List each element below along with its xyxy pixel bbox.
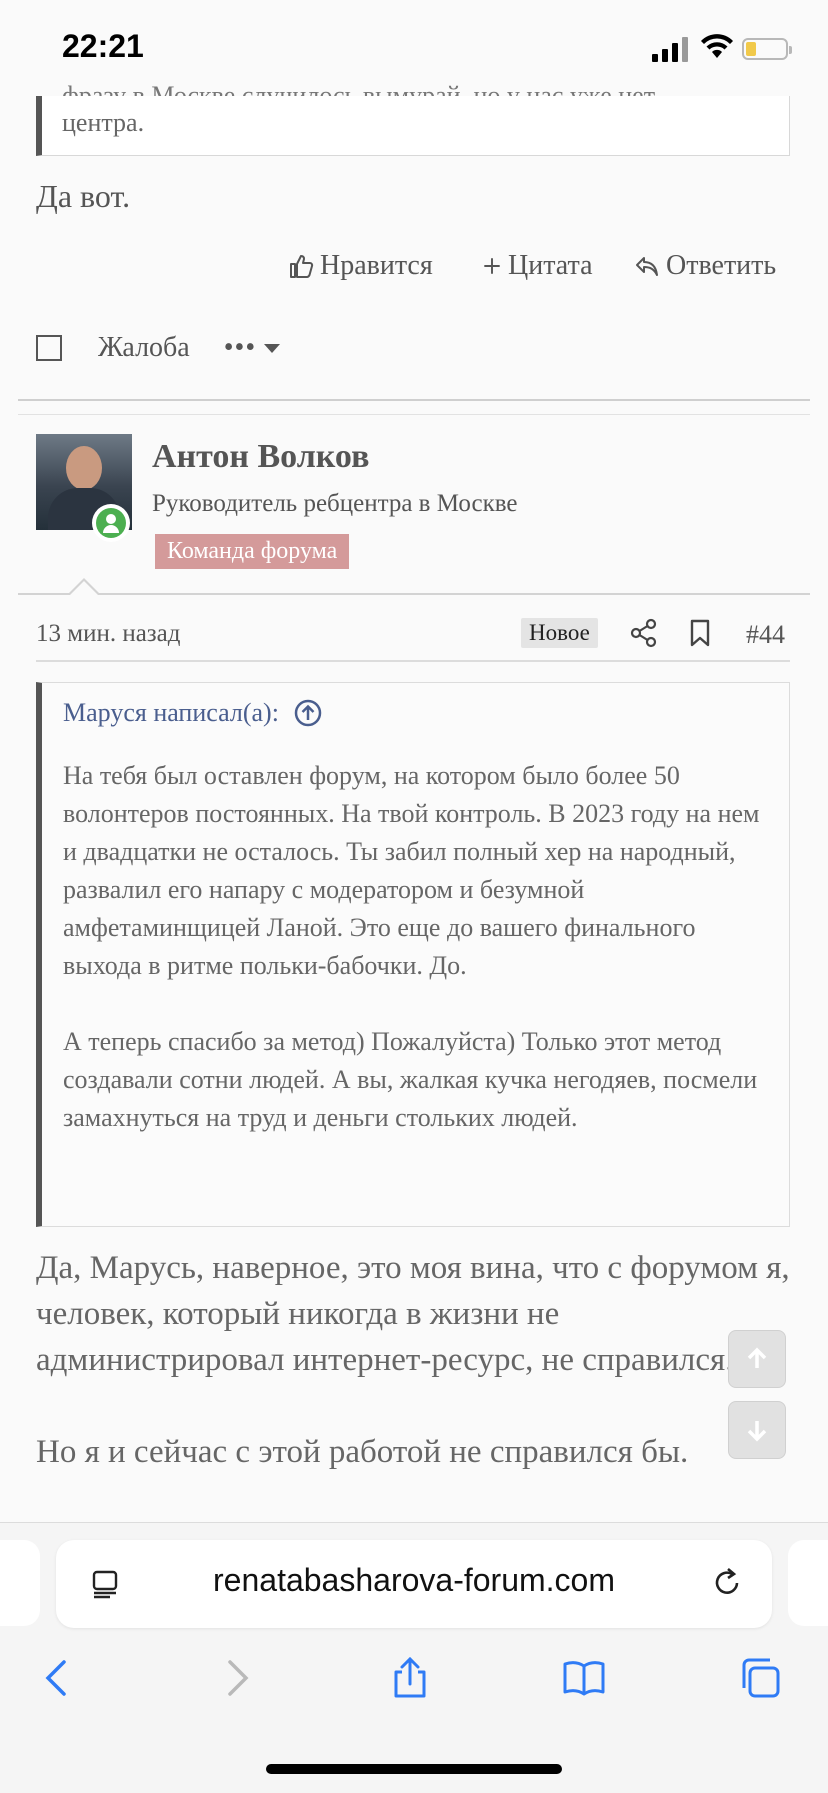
report-row: Жалоба ••• [36,326,281,370]
post-divider [18,399,810,401]
scroll-down-button[interactable] [728,1401,786,1459]
select-post-checkbox[interactable] [36,335,62,361]
post-body: Да, Марусь, наверное, это моя вина, что … [36,1250,790,1470]
author-name[interactable]: Антон Волков [152,438,369,476]
report-link[interactable]: Жалоба [98,332,190,364]
tabs-icon[interactable] [738,1656,782,1700]
arrow-up-circle-icon[interactable] [293,698,323,728]
like-button[interactable]: Нравится [288,250,433,282]
plus-icon [484,258,500,274]
post-actions: Нравится Цитата Ответить [0,250,828,294]
quote-label: Цитата [508,250,593,281]
team-badge: Команда форума [155,534,350,569]
battery-icon [742,38,792,60]
ellipsis-icon: ••• [223,332,257,363]
status-time: 22:21 [62,28,144,64]
cellular-signal-icon [652,34,690,62]
forward-icon[interactable] [214,1656,258,1700]
online-status-icon [92,504,130,542]
post-top-border [18,414,810,415]
post-number[interactable]: #44 [746,620,785,650]
previous-post-message: Да вот. [36,178,131,214]
like-label: Нравится [320,250,433,281]
scroll-up-button[interactable] [728,1330,786,1388]
post-timestamp[interactable]: 13 мин. назад [36,620,181,648]
home-indicator[interactable] [266,1764,562,1774]
bookmarks-icon[interactable] [562,1656,606,1700]
post-meta-divider [36,660,790,662]
author-role: Руководитель ребцентра в Москве [152,490,518,517]
previous-quote-cut-text: фразу в Москве случилось вымурай, но у н… [62,81,656,96]
reply-button[interactable]: Ответить [634,250,776,282]
arrow-up-icon [747,1347,767,1368]
share-icon[interactable] [630,618,658,648]
quote-header[interactable]: Маруся написал(а): [63,698,323,728]
reply-label: Ответить [666,250,777,281]
thumbs-up-icon [290,255,314,278]
reload-icon[interactable] [710,1566,744,1600]
reply-icon [636,257,658,276]
quote-author[interactable]: Маруся написал(а): [63,698,279,728]
author-caret-inner [70,581,98,595]
quote-text: На тебя был оставлен форум, на котором б… [63,761,760,1132]
more-menu-button[interactable]: ••• [223,332,281,364]
previous-quote-block [36,96,790,156]
previous-quote-text: центра. [62,108,145,137]
arrow-down-icon [747,1421,767,1442]
url-text[interactable]: renatabasharova-forum.com [0,1562,828,1599]
caret-down-icon [264,343,281,353]
author-divider [18,593,810,595]
new-badge: Новое [521,618,598,648]
share-sheet-icon[interactable] [388,1656,432,1700]
quote-button[interactable]: Цитата [482,250,593,282]
wifi-icon [701,34,733,58]
bookmark-icon[interactable] [688,618,712,648]
back-icon[interactable] [36,1656,80,1700]
